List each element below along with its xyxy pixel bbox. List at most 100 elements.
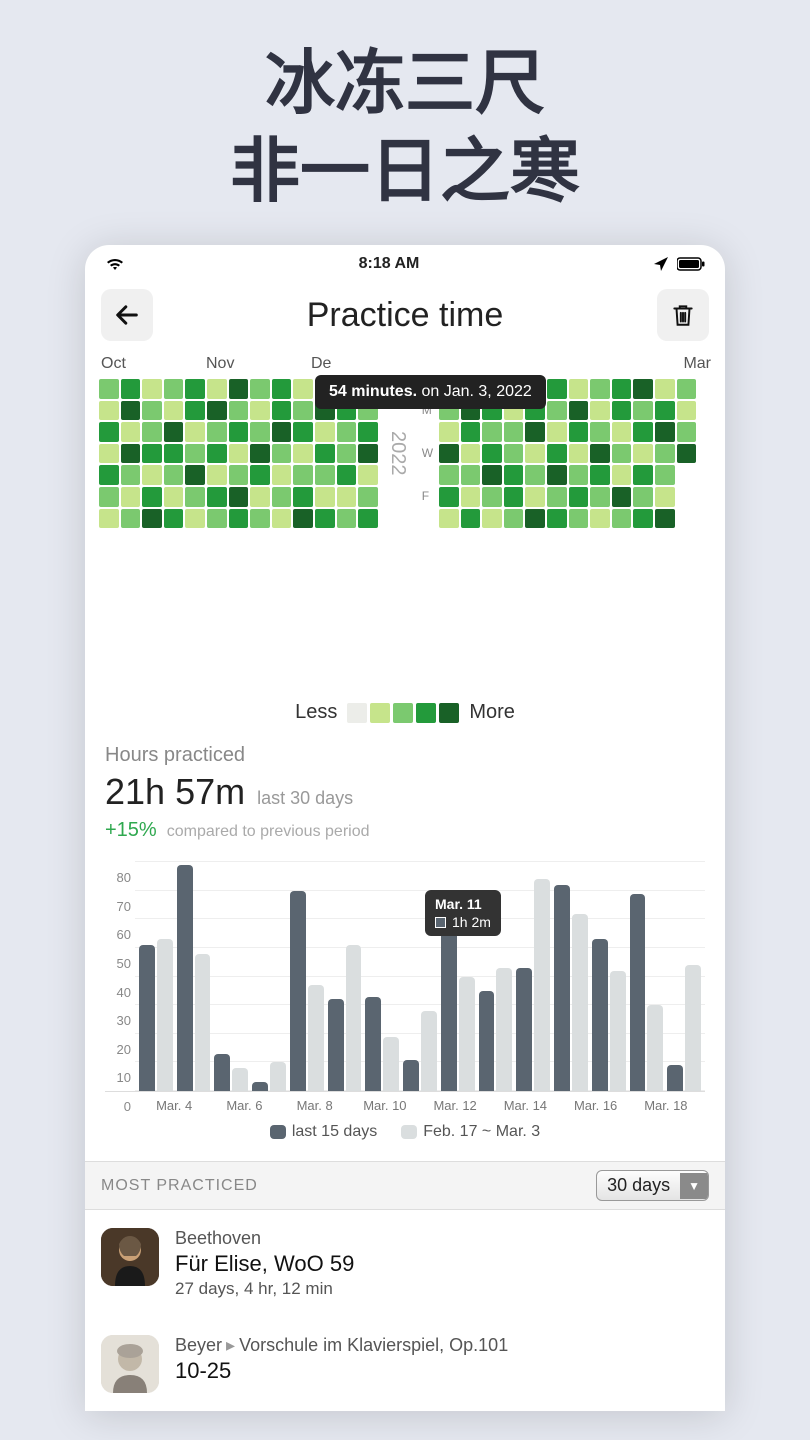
heatmap-day-cell[interactable] <box>547 379 567 399</box>
heatmap-day-cell[interactable] <box>612 379 632 399</box>
heatmap-day-cell[interactable] <box>207 509 227 529</box>
bar-current[interactable] <box>516 968 532 1091</box>
heatmap-day-cell[interactable] <box>121 487 141 507</box>
heatmap-day-cell[interactable] <box>272 422 292 442</box>
heatmap-day-cell[interactable] <box>569 401 589 421</box>
heatmap-day-cell[interactable] <box>142 444 162 464</box>
heatmap-day-cell[interactable] <box>164 487 184 507</box>
heatmap-day-cell[interactable] <box>655 509 675 529</box>
heatmap-day-cell[interactable] <box>99 379 119 399</box>
heatmap-day-cell[interactable] <box>185 444 205 464</box>
delete-button[interactable] <box>657 289 709 341</box>
heatmap-day-cell[interactable] <box>185 465 205 485</box>
bar-current[interactable] <box>441 914 457 1091</box>
heatmap-day-cell[interactable] <box>185 401 205 421</box>
heatmap-day-cell[interactable] <box>633 444 653 464</box>
heatmap-day-cell[interactable] <box>293 487 313 507</box>
bar-previous[interactable] <box>346 945 362 1091</box>
heatmap-day-cell[interactable] <box>293 465 313 485</box>
heatmap-day-cell[interactable] <box>633 487 653 507</box>
heatmap-day-cell[interactable] <box>590 401 610 421</box>
heatmap-day-cell[interactable] <box>525 509 545 529</box>
bar-previous[interactable] <box>685 965 701 1091</box>
heatmap-day-cell[interactable] <box>121 422 141 442</box>
period-dropdown[interactable]: 30 days ▼ <box>596 1170 709 1201</box>
heatmap-day-cell[interactable] <box>99 401 119 421</box>
bar-previous[interactable] <box>383 1037 399 1091</box>
heatmap-day-cell[interactable] <box>504 509 524 529</box>
heatmap-day-cell[interactable] <box>439 465 459 485</box>
list-item[interactable]: Beethoven Für Elise, WoO 59 27 days, 4 h… <box>101 1210 709 1317</box>
heatmap-day-cell[interactable] <box>250 487 270 507</box>
bar-previous[interactable] <box>534 879 550 1091</box>
heatmap-day-cell[interactable] <box>358 487 378 507</box>
heatmap-day-cell[interactable] <box>612 465 632 485</box>
heatmap-day-cell[interactable] <box>164 509 184 529</box>
heatmap-day-cell[interactable] <box>590 465 610 485</box>
heatmap-day-cell[interactable] <box>655 401 675 421</box>
heatmap-day-cell[interactable] <box>504 444 524 464</box>
heatmap-day-cell[interactable] <box>272 487 292 507</box>
heatmap-day-cell[interactable] <box>504 487 524 507</box>
heatmap-day-cell[interactable] <box>142 422 162 442</box>
heatmap-day-cell[interactable] <box>164 401 184 421</box>
heatmap-day-cell[interactable] <box>185 422 205 442</box>
bar-previous[interactable] <box>496 968 512 1091</box>
heatmap-day-cell[interactable] <box>547 487 567 507</box>
heatmap-day-cell[interactable] <box>229 401 249 421</box>
heatmap-day-cell[interactable] <box>612 422 632 442</box>
heatmap-day-cell[interactable] <box>164 465 184 485</box>
heatmap-day-cell[interactable] <box>677 401 697 421</box>
heatmap-day-cell[interactable] <box>655 422 675 442</box>
bar-previous[interactable] <box>308 985 324 1091</box>
heatmap-day-cell[interactable] <box>293 509 313 529</box>
heatmap-day-cell[interactable] <box>358 465 378 485</box>
heatmap-day-cell[interactable] <box>461 487 481 507</box>
heatmap-day-cell[interactable] <box>142 379 162 399</box>
heatmap-day-cell[interactable] <box>612 444 632 464</box>
heatmap-day-cell[interactable] <box>272 444 292 464</box>
heatmap-day-cell[interactable] <box>272 401 292 421</box>
heatmap-day-cell[interactable] <box>461 444 481 464</box>
heatmap-day-cell[interactable] <box>525 422 545 442</box>
heatmap-day-cell[interactable] <box>207 401 227 421</box>
heatmap-day-cell[interactable] <box>482 444 502 464</box>
heatmap-day-cell[interactable] <box>590 379 610 399</box>
chart-bars[interactable] <box>139 862 701 1091</box>
bar-previous[interactable] <box>195 954 211 1091</box>
heatmap-day-cell[interactable] <box>229 465 249 485</box>
heatmap-day-cell[interactable] <box>525 444 545 464</box>
heatmap-day-cell[interactable] <box>185 379 205 399</box>
heatmap-day-cell[interactable] <box>337 509 357 529</box>
heatmap-day-cell[interactable] <box>504 465 524 485</box>
bar-previous[interactable] <box>459 977 475 1092</box>
heatmap-day-cell[interactable] <box>121 379 141 399</box>
bar-current[interactable] <box>630 894 646 1092</box>
heatmap-day-cell[interactable] <box>229 379 249 399</box>
heatmap-day-cell[interactable] <box>461 465 481 485</box>
heatmap-day-cell[interactable] <box>315 422 335 442</box>
heatmap-day-cell[interactable] <box>633 379 653 399</box>
heatmap-day-cell[interactable] <box>612 401 632 421</box>
heatmap-day-cell[interactable] <box>482 465 502 485</box>
heatmap-day-cell[interactable] <box>612 487 632 507</box>
heatmap-day-cell[interactable] <box>315 444 335 464</box>
heatmap-day-cell[interactable] <box>439 509 459 529</box>
heatmap-day-cell[interactable] <box>250 509 270 529</box>
heatmap-day-cell[interactable] <box>337 487 357 507</box>
bar-current[interactable] <box>592 939 608 1091</box>
heatmap-day-cell[interactable] <box>504 422 524 442</box>
heatmap-day-cell[interactable] <box>99 487 119 507</box>
heatmap-day-cell[interactable] <box>547 401 567 421</box>
bar-current[interactable] <box>177 865 193 1091</box>
heatmap-day-cell[interactable] <box>569 509 589 529</box>
heatmap-day-cell[interactable] <box>633 509 653 529</box>
heatmap-day-cell[interactable] <box>525 465 545 485</box>
bar-current[interactable] <box>214 1054 230 1091</box>
bar-current[interactable] <box>365 997 381 1091</box>
heatmap-day-cell[interactable] <box>207 444 227 464</box>
heatmap-day-cell[interactable] <box>547 444 567 464</box>
bar-previous[interactable] <box>157 939 173 1091</box>
heatmap-day-cell[interactable] <box>439 487 459 507</box>
heatmap-day-cell[interactable] <box>677 422 697 442</box>
